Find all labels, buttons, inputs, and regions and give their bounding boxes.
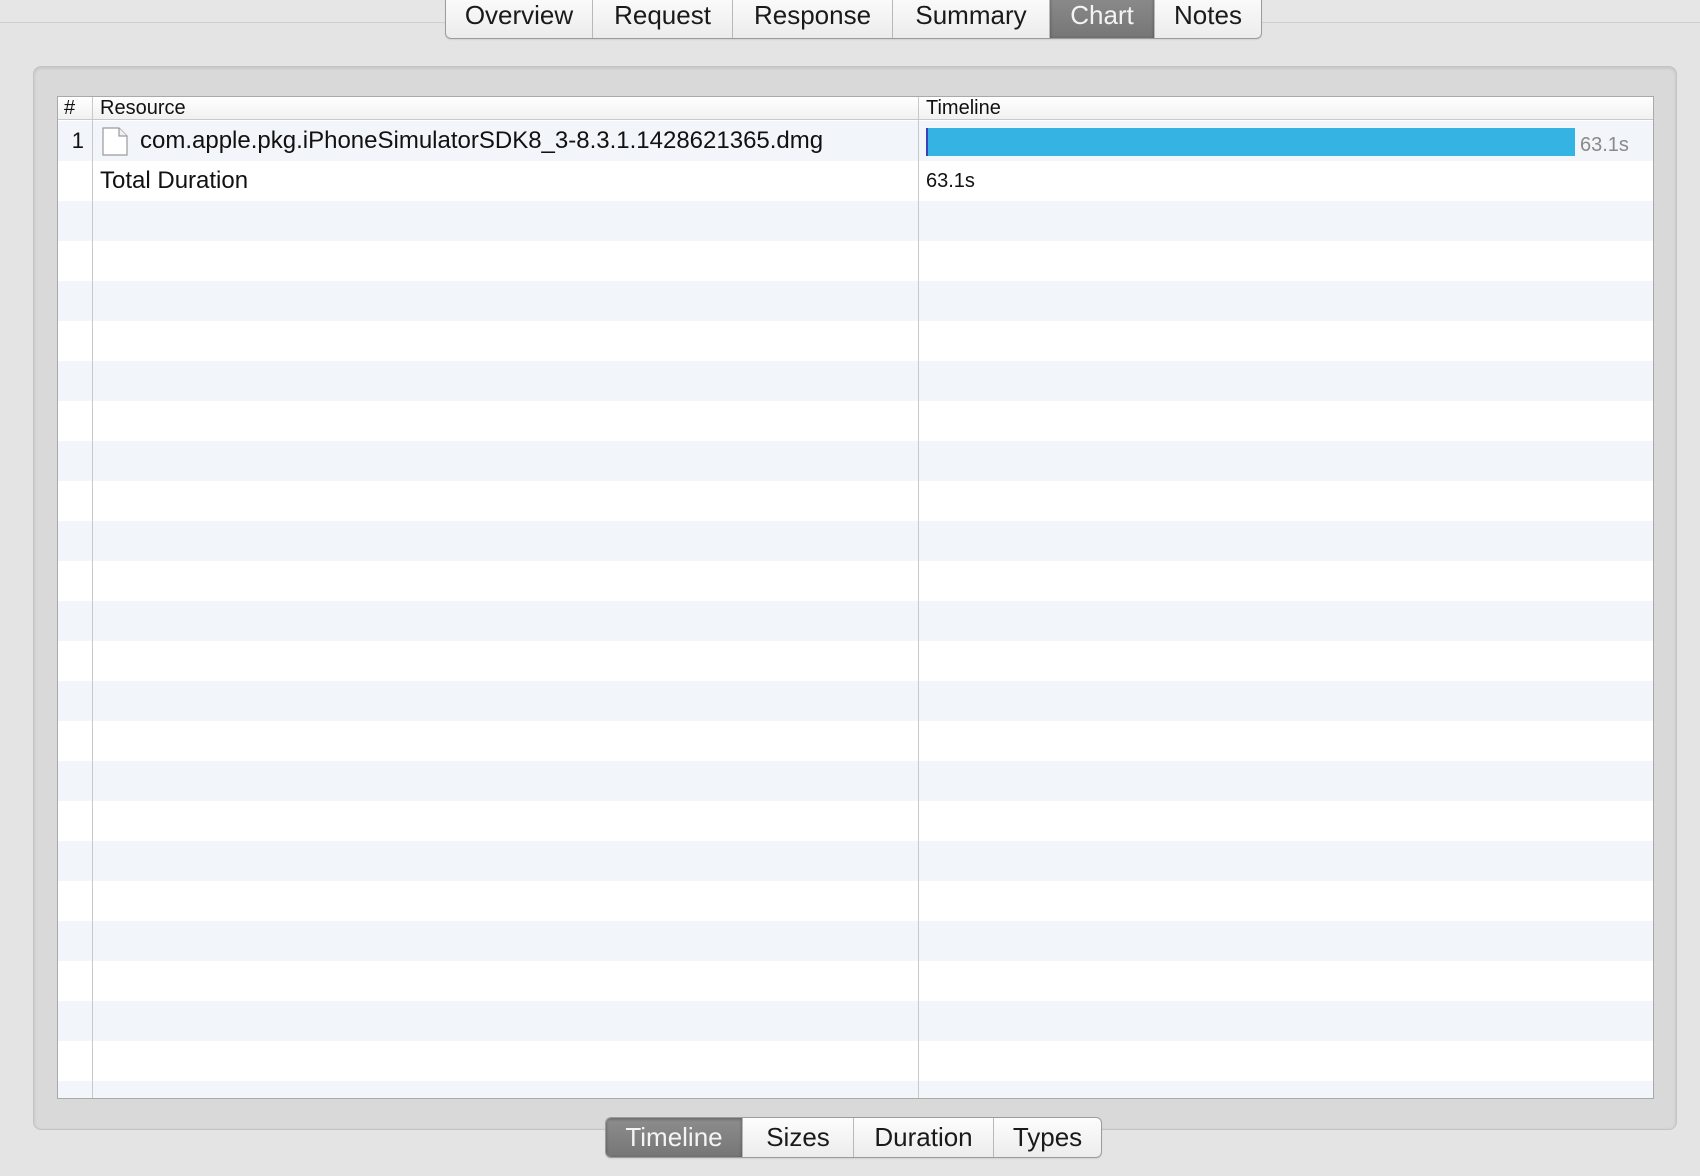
bottom-tab-bar: Timeline Sizes Duration Types: [605, 1117, 1102, 1158]
tab-duration[interactable]: Duration: [853, 1118, 993, 1157]
empty-row: [58, 721, 1653, 761]
resource-table: # Resource Timeline 1 com.apple.pkg.iPho…: [57, 96, 1654, 1099]
empty-row: [58, 641, 1653, 681]
empty-row: [58, 361, 1653, 401]
tab-overview[interactable]: Overview: [446, 0, 592, 38]
tab-notes[interactable]: Notes: [1154, 0, 1261, 38]
empty-row: [58, 601, 1653, 641]
total-duration-label: Total Duration: [100, 167, 249, 194]
tab-sizes[interactable]: Sizes: [742, 1118, 853, 1157]
tab-types[interactable]: Types: [993, 1118, 1101, 1157]
row-number: 1: [71, 128, 84, 153]
empty-row: [58, 561, 1653, 601]
timeline-duration-label: 63.1s: [1580, 134, 1629, 156]
empty-row: [58, 441, 1653, 481]
column-header-resource[interactable]: Resource: [100, 98, 186, 119]
empty-row: [58, 801, 1653, 841]
empty-row: [58, 401, 1653, 441]
empty-row: [58, 961, 1653, 1001]
tab-response[interactable]: Response: [732, 0, 892, 38]
empty-row: [58, 281, 1653, 321]
empty-row: [58, 921, 1653, 961]
empty-row: [58, 481, 1653, 521]
resource-name: com.apple.pkg.iPhoneSimulatorSDK8_3-8.3.…: [140, 127, 824, 154]
table-body: 1 com.apple.pkg.iPhoneSimulatorSDK8_3-8.…: [58, 121, 1653, 1098]
document-icon: [102, 127, 128, 156]
column-header-number[interactable]: #: [64, 98, 75, 119]
empty-row: [58, 241, 1653, 281]
total-duration-value: 63.1s: [926, 170, 975, 192]
column-header-timeline[interactable]: Timeline: [926, 98, 1001, 119]
tab-chart[interactable]: Chart: [1049, 0, 1154, 38]
empty-row: [58, 321, 1653, 361]
empty-row: [58, 841, 1653, 881]
empty-row: [58, 1041, 1653, 1081]
tab-timeline[interactable]: Timeline: [606, 1118, 742, 1157]
tab-request[interactable]: Request: [592, 0, 732, 38]
empty-row: [58, 881, 1653, 921]
tab-summary[interactable]: Summary: [892, 0, 1049, 38]
total-row: Total Duration 63.1s: [58, 161, 1653, 201]
top-tab-bar: Overview Request Response Summary Chart …: [445, 0, 1262, 39]
empty-row: [58, 201, 1653, 241]
empty-row: [58, 681, 1653, 721]
empty-row: [58, 1081, 1653, 1098]
table-row[interactable]: 1 com.apple.pkg.iPhoneSimulatorSDK8_3-8.…: [58, 121, 1653, 161]
empty-row: [58, 521, 1653, 561]
column-divider: [918, 97, 919, 1098]
empty-row: [58, 761, 1653, 801]
empty-row: [58, 1001, 1653, 1041]
table-header: # Resource Timeline: [58, 97, 1653, 120]
timeline-bar: [926, 128, 1575, 156]
column-divider: [92, 97, 93, 1098]
